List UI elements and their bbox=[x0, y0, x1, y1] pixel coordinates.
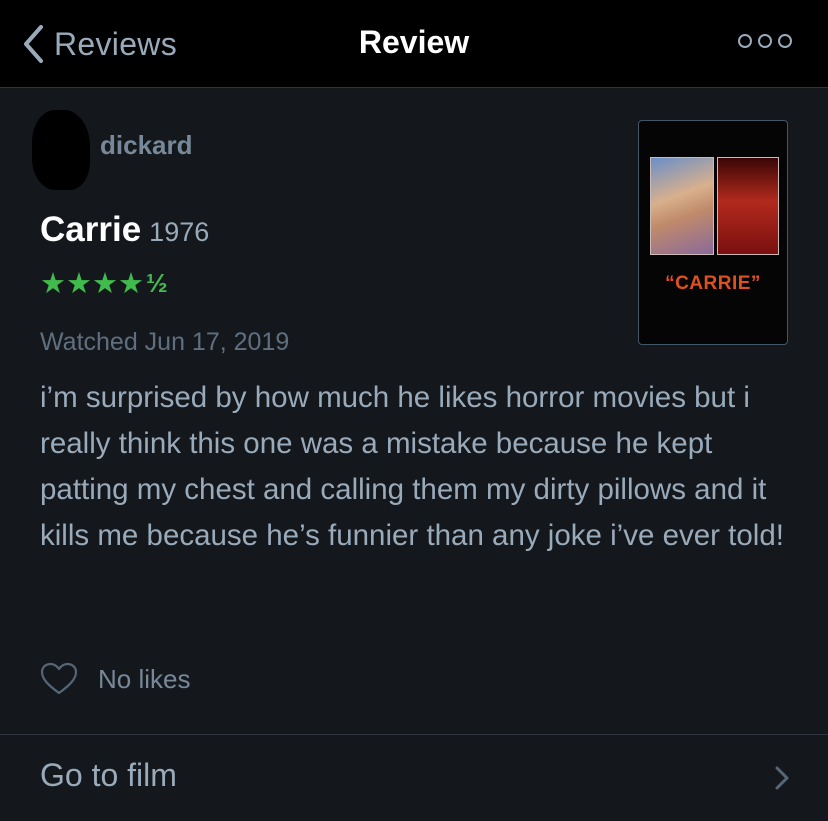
film-heading: Carrie 1976 bbox=[40, 210, 209, 250]
more-dot-icon bbox=[758, 34, 772, 48]
half-star-icon: ½ bbox=[146, 268, 168, 298]
more-dot-icon bbox=[738, 34, 752, 48]
likes-count: No likes bbox=[98, 663, 191, 694]
likes-row[interactable]: No likes bbox=[40, 662, 190, 696]
poster-image-right bbox=[717, 157, 779, 255]
go-to-film-label: Go to film bbox=[40, 757, 177, 793]
chevron-right-icon bbox=[775, 766, 789, 790]
film-poster[interactable]: “CARRIE” bbox=[638, 120, 788, 345]
username[interactable]: dickard bbox=[100, 130, 193, 161]
review-screen: Reviews Review dickard Carrie 1976 ★★★★ … bbox=[0, 0, 828, 821]
watched-date: Watched Jun 17, 2019 bbox=[40, 328, 290, 356]
go-to-film-button[interactable]: Go to film bbox=[0, 735, 828, 821]
page-title: Review bbox=[358, 24, 470, 60]
film-year: 1976 bbox=[149, 217, 210, 247]
more-options-button[interactable] bbox=[738, 34, 792, 48]
stars-icon: ★★★★ bbox=[40, 267, 144, 300]
star-rating: ★★★★ ½ bbox=[40, 268, 168, 299]
poster-title: “CARRIE” bbox=[665, 273, 761, 294]
poster-image-left bbox=[650, 157, 714, 255]
film-title[interactable]: Carrie bbox=[40, 210, 141, 250]
nav-bar: Reviews Review bbox=[0, 0, 828, 88]
more-dot-icon bbox=[778, 34, 792, 48]
avatar[interactable] bbox=[32, 110, 90, 190]
heart-outline-icon[interactable] bbox=[40, 662, 78, 696]
review-text: i’m surprised by how much he likes horro… bbox=[40, 381, 784, 552]
